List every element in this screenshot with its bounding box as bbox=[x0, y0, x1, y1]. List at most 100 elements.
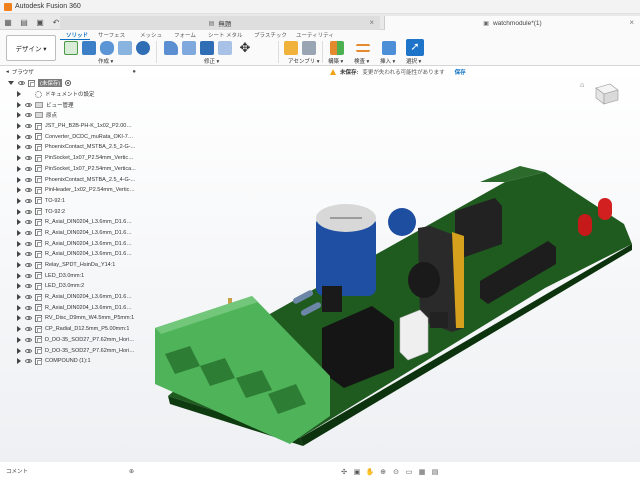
visibility-eye-icon[interactable] bbox=[25, 295, 32, 300]
visibility-eye-icon[interactable] bbox=[25, 166, 32, 171]
save-icon[interactable]: ▣ bbox=[35, 17, 45, 27]
tab-solid[interactable]: ソリッド bbox=[66, 31, 88, 39]
tab-surface[interactable]: サーフェス bbox=[98, 31, 125, 39]
gear-icon[interactable]: ● bbox=[132, 69, 136, 75]
add-comment-icon[interactable]: ⊕ bbox=[129, 468, 134, 475]
expand-toggle-icon[interactable] bbox=[17, 144, 21, 151]
loft-icon[interactable] bbox=[136, 41, 150, 55]
tree-item[interactable]: D_DO-35_SOD27_P7.62mm_Horiz... bbox=[6, 335, 136, 346]
visibility-eye-icon[interactable] bbox=[25, 102, 32, 107]
expand-toggle-icon[interactable] bbox=[17, 187, 21, 194]
expand-toggle-icon[interactable] bbox=[17, 358, 21, 365]
construct-plane-icon[interactable] bbox=[330, 41, 344, 55]
tree-item[interactable]: R_Axial_DIN0204_L3.6mm_D1.6mm... bbox=[6, 249, 136, 260]
display-settings-icon[interactable]: ▭ bbox=[405, 468, 413, 476]
collapse-icon[interactable]: ◂ bbox=[6, 69, 9, 75]
tree-item[interactable]: R_Axial_DIN0204_L3.6mm_D1.6mm... bbox=[6, 302, 136, 313]
tree-item[interactable]: LED_D3.0mm:1 bbox=[6, 270, 136, 281]
tree-item[interactable]: PhoenixContact_MSTBA_2.5_2-G-... bbox=[6, 142, 136, 153]
group-select[interactable]: 選択 ▾ bbox=[406, 57, 421, 65]
expand-toggle-icon[interactable] bbox=[17, 262, 21, 269]
expand-toggle-icon[interactable] bbox=[17, 133, 21, 140]
expand-toggle-icon[interactable] bbox=[17, 197, 21, 204]
pan-hand-icon[interactable]: ✋ bbox=[366, 468, 375, 476]
workspace-switcher-button[interactable]: デザイン ▾ bbox=[6, 35, 56, 61]
visibility-eye-icon[interactable] bbox=[25, 177, 32, 182]
revolve-icon[interactable] bbox=[100, 41, 114, 55]
visibility-eye-icon[interactable] bbox=[25, 305, 32, 310]
tab-watchmodule[interactable]: ▣ watchmodule*(1) × bbox=[384, 16, 640, 30]
comments-bar[interactable]: コメント ⊕ bbox=[6, 466, 134, 476]
tab-utility[interactable]: ユーティリティ bbox=[296, 31, 334, 39]
viewports-icon[interactable]: ▤ bbox=[431, 468, 439, 476]
expand-toggle-icon[interactable] bbox=[17, 251, 21, 258]
expand-toggle-icon[interactable] bbox=[17, 272, 21, 279]
tree-item[interactable]: ドキュメントの設定 bbox=[6, 89, 136, 100]
tree-root[interactable]: (未保存) bbox=[6, 78, 136, 89]
close-icon[interactable]: × bbox=[629, 18, 634, 27]
close-icon[interactable]: × bbox=[369, 18, 374, 27]
tree-item[interactable]: PinHeader_1x02_P2.54mm_Vertica... bbox=[6, 185, 136, 196]
expand-toggle-icon[interactable] bbox=[17, 208, 21, 215]
tree-item[interactable]: Converter_DCDC_muRata_OKI-78s... bbox=[6, 131, 136, 142]
visibility-eye-icon[interactable] bbox=[25, 348, 32, 353]
select-cursor-icon[interactable]: ➚ bbox=[406, 39, 424, 56]
expand-toggle-icon[interactable] bbox=[17, 304, 21, 311]
expand-toggle-icon[interactable] bbox=[17, 336, 21, 343]
extrude-icon[interactable] bbox=[82, 41, 96, 55]
new-component-icon[interactable] bbox=[284, 41, 298, 55]
visibility-eye-icon[interactable] bbox=[25, 327, 32, 332]
visibility-eye-icon[interactable] bbox=[25, 241, 32, 246]
tree-item[interactable]: R_Axial_DIN0204_L3.6mm_D1.6mm... bbox=[6, 292, 136, 303]
tree-item[interactable]: R_Axial_DIN0204_L3.6mm_D1.6mm... bbox=[6, 217, 136, 228]
expand-toggle-icon[interactable] bbox=[17, 326, 21, 333]
visibility-eye-icon[interactable] bbox=[18, 81, 25, 86]
visibility-eye-icon[interactable] bbox=[25, 263, 32, 268]
tree-item[interactable]: TO-92:2 bbox=[6, 206, 136, 217]
tab-plastic[interactable]: プラスチック bbox=[254, 31, 287, 39]
visibility-eye-icon[interactable] bbox=[25, 209, 32, 214]
tree-item[interactable]: COMPOUND (1):1 bbox=[6, 356, 136, 367]
expand-toggle-icon[interactable] bbox=[17, 294, 21, 301]
tree-item[interactable]: ビュー管理 bbox=[6, 99, 136, 110]
tree-item[interactable]: RV_Disc_D9mm_W4.5mm_P5mm:1 bbox=[6, 313, 136, 324]
expand-toggle-icon[interactable] bbox=[17, 240, 21, 247]
grid-icon[interactable]: ▦ bbox=[418, 468, 426, 476]
move-icon[interactable]: ✥ bbox=[238, 41, 252, 55]
visibility-eye-icon[interactable] bbox=[25, 198, 32, 203]
tree-item[interactable]: JST_PH_B2B-PH-K_1x02_P2.00mm... bbox=[6, 121, 136, 132]
tab-form[interactable]: フォーム bbox=[174, 31, 196, 39]
new-sketch-icon[interactable] bbox=[64, 41, 78, 55]
tree-item[interactable]: PinSocket_1x07_P2.54mm_Vertica... bbox=[6, 164, 136, 175]
save-link[interactable]: 保存 bbox=[455, 68, 466, 76]
visibility-eye-icon[interactable] bbox=[25, 230, 32, 235]
visibility-eye-icon[interactable] bbox=[25, 337, 32, 342]
tree-item[interactable]: R_Axial_DIN0204_L3.6mm_D1.6mm... bbox=[6, 228, 136, 239]
visibility-eye-icon[interactable] bbox=[25, 273, 32, 278]
tree-item[interactable]: CP_Radial_D12.5mm_P5.00mm:1 bbox=[6, 324, 136, 335]
tab-mesh[interactable]: メッシュ bbox=[140, 31, 162, 39]
group-assemble[interactable]: アセンブリ ▾ bbox=[288, 57, 320, 65]
visibility-eye-icon[interactable] bbox=[25, 188, 32, 193]
visibility-eye-icon[interactable] bbox=[25, 134, 32, 139]
activate-radio-icon[interactable] bbox=[65, 80, 72, 87]
expand-toggle-icon[interactable] bbox=[17, 347, 21, 354]
expand-toggle-icon[interactable] bbox=[17, 112, 21, 119]
group-inspect[interactable]: 検査 ▾ bbox=[354, 57, 369, 65]
tree-item[interactable]: Relay_SPDT_HsinDa_Y14:1 bbox=[6, 260, 136, 271]
visibility-eye-icon[interactable] bbox=[25, 220, 32, 225]
visibility-eye-icon[interactable] bbox=[25, 359, 32, 364]
expand-toggle-icon[interactable] bbox=[17, 229, 21, 236]
fillet-icon[interactable] bbox=[182, 41, 196, 55]
expand-toggle-icon[interactable] bbox=[17, 219, 21, 226]
expand-toggle-icon[interactable] bbox=[8, 81, 14, 86]
tree-item[interactable]: D_DO-35_SOD27_P7.62mm_Horiz... bbox=[6, 345, 136, 356]
look-at-icon[interactable]: ▣ bbox=[353, 468, 361, 476]
viewcube[interactable] bbox=[592, 82, 620, 106]
tab-untitled[interactable]: ▤ 無題 × bbox=[60, 16, 380, 30]
expand-toggle-icon[interactable] bbox=[17, 315, 21, 322]
measure-icon[interactable] bbox=[356, 44, 370, 52]
expand-toggle-icon[interactable] bbox=[17, 283, 21, 290]
group-create[interactable]: 作成 ▾ bbox=[98, 57, 113, 65]
visibility-eye-icon[interactable] bbox=[25, 252, 32, 257]
